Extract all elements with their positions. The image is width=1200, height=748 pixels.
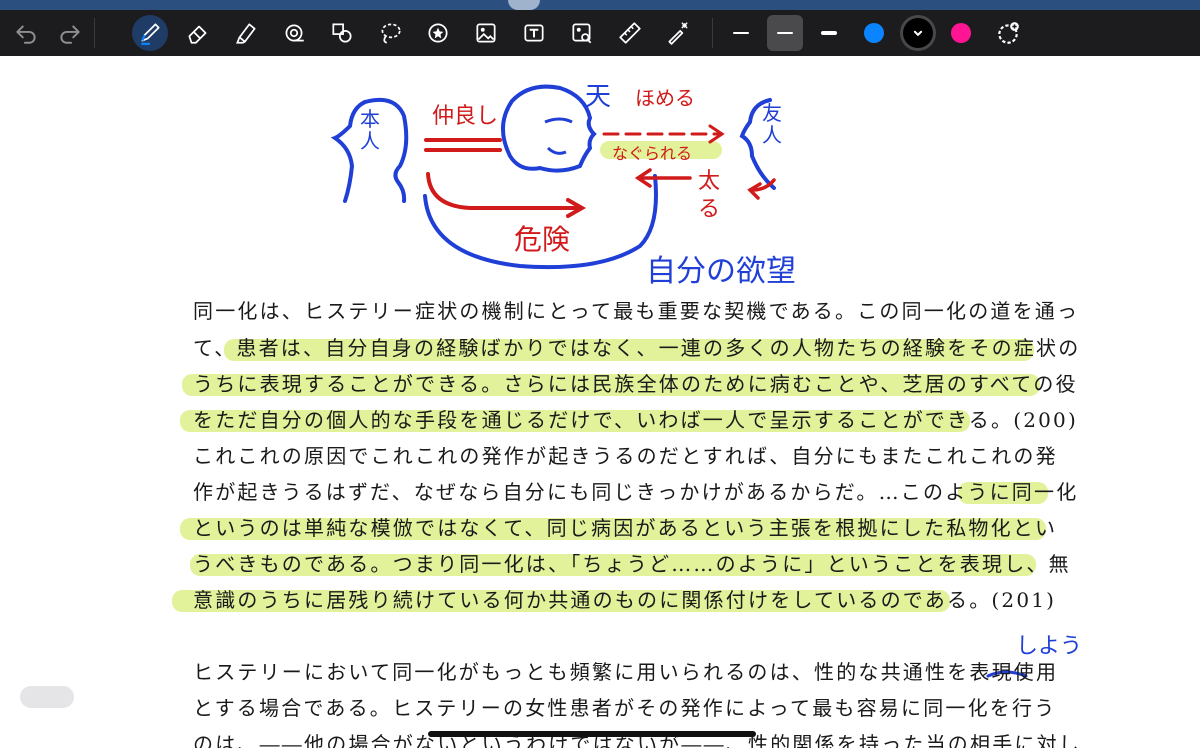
- body-text-line: ヒステリーにおいて同一化がもっとも頻繁に用いられるのは、性的な共通性を表現使用: [193, 660, 1059, 684]
- annotation-jibun-no-yokubou: 自分の欲望: [646, 254, 796, 289]
- annotation-yujin: 友人: [762, 101, 782, 147]
- color-blue-swatch[interactable]: [864, 23, 884, 43]
- highlighter-icon[interactable]: [228, 15, 264, 51]
- body-text-line: 同一化は、ヒステリー症状の機制にとって最も重要な契機である。この同一化の道を通っ: [193, 299, 1080, 323]
- body-text-line: というのは単純な模倣ではなくて、同じ病因があるという主張を根拠にした私物化とい: [193, 516, 1058, 540]
- scan-icon[interactable]: [564, 15, 600, 51]
- ruler-icon[interactable]: [612, 15, 648, 51]
- sticker-icon[interactable]: [420, 15, 456, 51]
- note-canvas[interactable]: 本人 仲良し 天 ほめる 友人 なぐられる 太る 危険 自分の欲望 しよう 同一…: [0, 56, 1200, 748]
- toolbar-divider: [94, 18, 95, 48]
- home-indicator[interactable]: [428, 731, 756, 737]
- body-text-line: て、患者は、自分自身の経験ばかりではなく、一連の多くの人物たちの経験をその症状の: [193, 336, 1081, 360]
- body-text-line: これこれの原因でこれこれの発作が起きうるのだとすれば、自分にもまたこれこれの発: [193, 444, 1058, 468]
- color-wheel-add-icon[interactable]: [990, 15, 1026, 51]
- body-text-line: うちに表現することができる。さらには民族全体のために病むことや、芝居のすべての役: [193, 372, 1078, 396]
- redo-icon[interactable]: [52, 15, 88, 51]
- color-black-swatch[interactable]: [903, 18, 933, 48]
- eraser-icon[interactable]: [180, 15, 216, 51]
- annotation-kiken: 危険: [514, 223, 571, 256]
- body-text-line: とする場合である。ヒステリーの女性患者がその発作によって最も容易に同一化を行う: [193, 696, 1057, 720]
- color-pink-swatch[interactable]: [951, 23, 971, 43]
- lasso-select-icon[interactable]: [372, 15, 408, 51]
- annotation-futoru: 太る: [698, 169, 721, 222]
- lasso-icon[interactable]: [276, 15, 312, 51]
- toolbar-divider: [712, 18, 713, 48]
- annotation-homeru: ほめる: [635, 86, 695, 110]
- image-icon[interactable]: [468, 15, 504, 51]
- multitask-handle[interactable]: [508, 0, 540, 10]
- stroke-thin-button[interactable]: [723, 15, 759, 51]
- pen-icon[interactable]: [132, 15, 168, 51]
- shapes-icon[interactable]: [324, 15, 360, 51]
- chevron-down-icon: [913, 30, 923, 37]
- laser-pointer-icon[interactable]: [660, 15, 696, 51]
- status-strip: [0, 0, 1200, 10]
- body-text-line: うべきものである。つまり同一化は、「ちょうど……のように」ということを表現し、無: [193, 552, 1071, 576]
- undo-icon[interactable]: [8, 15, 44, 51]
- text-icon[interactable]: [516, 15, 552, 51]
- body-text-line: をただ自分の個人的な手段を通じるだけで、いわば一人で呈示することができる。(20…: [193, 408, 1078, 432]
- body-text-line: 意識のうちに居残り続けている何か共通のものに関係付けをしているのである。(201…: [193, 588, 1057, 612]
- drawing-toolbar: [0, 10, 1200, 56]
- stroke-medium-button[interactable]: [767, 15, 803, 51]
- stroke-thick-button[interactable]: [811, 15, 847, 51]
- annotation-shiyou: しよう: [1016, 634, 1083, 659]
- scroll-indicator[interactable]: [20, 686, 74, 708]
- annotation-nakayoshi: 仲良し: [432, 104, 499, 129]
- annotation-ten: 天: [585, 82, 612, 112]
- annotation-honnin: 本人: [360, 107, 380, 153]
- annotation-nagurareru: なぐられる: [612, 144, 693, 163]
- body-text-line: 作が起きうるはずだ、なぜなら自分にも同じきっかけがあるからだ。…このように同一化: [193, 480, 1079, 504]
